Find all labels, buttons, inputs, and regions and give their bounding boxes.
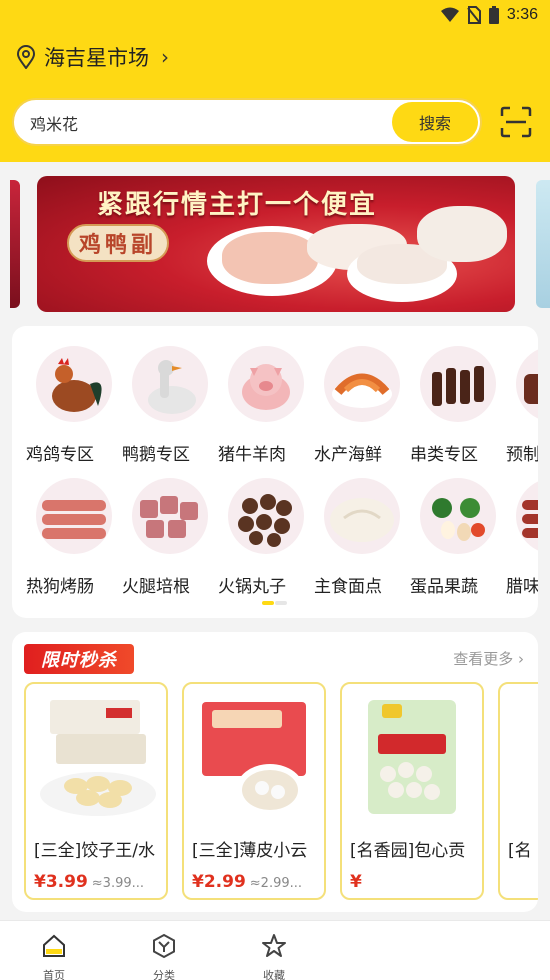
product-price: ¥3.99 ≈3.99...: [34, 872, 144, 892]
home-icon: [43, 934, 65, 957]
no-sim-icon: [467, 6, 481, 24]
nav-label: 首页: [43, 969, 65, 980]
flash-sale-section: 限时秒杀 查看更多 › [三全]饺子王/水 ¥3.99 ≈3.99... [三全]…: [12, 632, 538, 912]
location-pin-icon: [16, 45, 36, 69]
search-bar: 搜索: [12, 98, 482, 146]
product-name: [名香园]包心贡: [350, 841, 466, 861]
page-dot-active: [262, 601, 274, 605]
category-label: 水产海鲜: [314, 445, 382, 465]
banner-title: 紧跟行情主打一个便宜: [97, 190, 378, 220]
category-label: 鸭鹅专区: [122, 445, 190, 465]
category-item[interactable]: 预制: [506, 332, 538, 465]
category-label: 鸡鸽专区: [26, 445, 94, 465]
category-label: 腊味: [506, 577, 538, 597]
category-item[interactable]: 火锅丸子: [218, 464, 314, 597]
status-time: 3:36: [506, 6, 538, 23]
search-input[interactable]: [30, 110, 390, 136]
product-price: ¥: [350, 872, 366, 892]
category-label: 主食面点: [314, 577, 382, 597]
star-icon: [262, 934, 286, 957]
category-label: 火腿培根: [122, 577, 190, 597]
shrimp-icon: [324, 346, 400, 422]
category-item[interactable]: 鸭鹅专区: [122, 332, 218, 465]
category-item[interactable]: 腊味: [506, 464, 538, 597]
vegetable-icon: [420, 478, 496, 554]
chicken-feet-image: [417, 206, 507, 262]
category-item[interactable]: 水产海鲜: [314, 332, 410, 465]
product-name: [三全]薄皮小云: [192, 841, 308, 861]
chevron-right-icon: ›: [518, 650, 524, 668]
bottom-nav: 首页 分类 收藏: [0, 920, 550, 980]
wifi-icon: [440, 7, 459, 22]
category-icon: [153, 933, 175, 959]
product-price: ¥2.99 ≈2.99...: [192, 872, 302, 892]
category-label: 猪牛羊肉: [218, 445, 286, 465]
category-item[interactable]: 热狗烤肠: [26, 464, 122, 597]
flash-sale-title: 限时秒杀: [24, 644, 134, 674]
status-bar: 3:36: [440, 0, 538, 30]
original-price: ≈3.99...: [91, 876, 145, 891]
price-value: ¥2.99: [192, 872, 246, 892]
ham-icon: [132, 478, 208, 554]
product-card[interactable]: [三全]饺子王/水 ¥3.99 ≈3.99...: [24, 682, 168, 900]
product-card[interactable]: [三全]薄皮小云 ¥2.99 ≈2.99...: [182, 682, 326, 900]
meatball-product-image: [368, 700, 456, 814]
category-item[interactable]: 猪牛羊肉: [218, 332, 314, 465]
category-item[interactable]: 蛋品果蔬: [410, 464, 506, 597]
price-value: ¥3.99: [34, 872, 88, 892]
chevron-right-icon: ›: [161, 45, 169, 69]
category-item[interactable]: 主食面点: [314, 464, 410, 597]
banner-next-peek: [536, 180, 550, 308]
prepared-food-icon: [516, 346, 538, 422]
see-more-link[interactable]: 查看更多 ›: [453, 648, 524, 669]
wonton-product-image: [202, 702, 306, 816]
category-label: 蛋品果蔬: [410, 577, 478, 597]
category-item[interactable]: 鸡鸽专区: [26, 332, 122, 465]
page-dot: [275, 601, 287, 605]
nav-label: 分类: [153, 969, 175, 980]
see-more-label: 查看更多: [453, 650, 514, 668]
scan-icon[interactable]: [498, 104, 534, 140]
rooster-icon: [36, 346, 112, 422]
category-label: 热狗烤肠: [26, 577, 94, 597]
goose-icon: [132, 346, 208, 422]
header: 3:36 海吉星市场 › 搜索: [0, 0, 550, 162]
pig-icon: [228, 346, 304, 422]
location-name: 海吉星市场: [44, 46, 149, 70]
sausage-icon: [36, 478, 112, 554]
product-name: [三全]饺子王/水: [34, 841, 155, 861]
page-indicator: [262, 601, 288, 605]
banner-carousel[interactable]: 紧跟行情主打一个便宜 鸡鸭副: [0, 170, 550, 318]
skewer-icon: [420, 346, 496, 422]
product-card[interactable]: [名香园]包心贡 ¥: [340, 682, 484, 900]
location-selector[interactable]: 海吉星市场 ›: [16, 40, 169, 74]
bun-icon: [324, 478, 400, 554]
banner-slide[interactable]: 紧跟行情主打一个便宜 鸡鸭副: [37, 176, 515, 312]
battery-icon: [488, 6, 499, 24]
category-label: 串类专区: [410, 445, 478, 465]
banner-prev-peek: [10, 180, 20, 308]
category-label: 火锅丸子: [218, 577, 286, 597]
category-label: 预制: [506, 445, 538, 465]
category-item[interactable]: 串类专区: [410, 332, 506, 465]
dumpling-product-image: [40, 700, 156, 816]
search-button[interactable]: 搜索: [392, 102, 478, 142]
nav-home[interactable]: 首页: [24, 927, 84, 980]
category-item[interactable]: 火腿培根: [122, 464, 218, 597]
product-card[interactable]: [名: [498, 682, 538, 900]
price-value: ¥: [350, 872, 362, 892]
meatball-icon: [228, 478, 304, 554]
product-name: [名: [508, 841, 532, 861]
nav-favorites[interactable]: 收藏: [244, 927, 304, 980]
original-price: ≈2.99...: [249, 876, 303, 891]
category-grid: 鸡鸽专区 鸭鹅专区 猪牛羊肉 水产海鲜 串类专区 预制 热狗烤肠 火腿培根 火锅…: [12, 326, 538, 618]
nav-category[interactable]: 分类: [134, 927, 194, 980]
cured-sausage-icon: [516, 478, 538, 554]
chicken-breast-image: [222, 232, 318, 284]
nav-label: 收藏: [263, 969, 285, 980]
banner-badge: 鸡鸭副: [67, 224, 169, 262]
